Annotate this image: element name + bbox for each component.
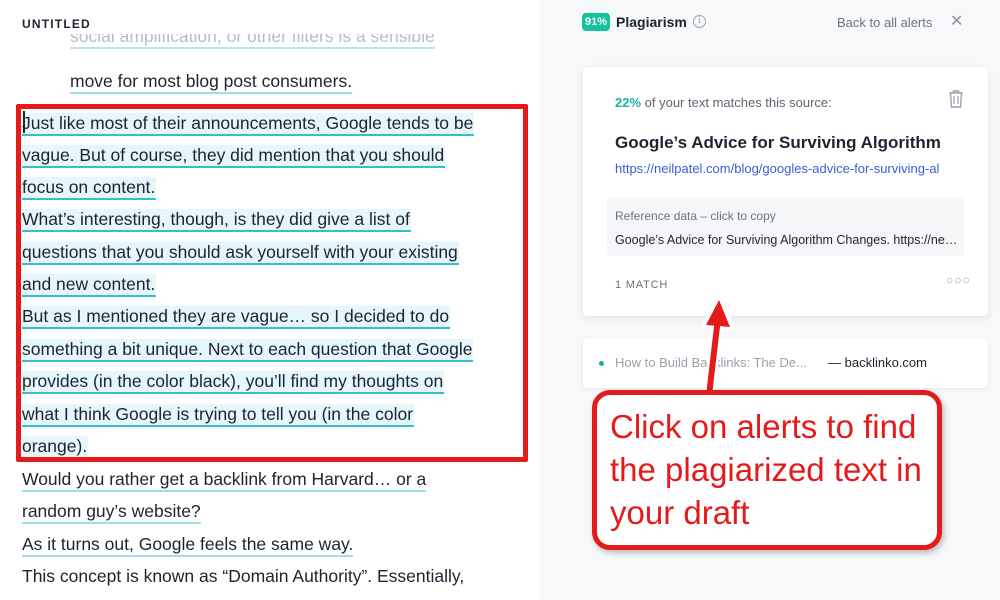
plagiarized-line[interactable]: vague. But of course, they did mention t… [22, 143, 446, 175]
back-to-alerts-link[interactable]: Back to all alerts [837, 15, 932, 30]
alert-dot-icon [599, 361, 604, 366]
info-icon[interactable]: i [693, 15, 706, 28]
reference-data-box[interactable]: Reference data – click to copy Google’s … [607, 198, 964, 256]
editor-line[interactable]: social amplification, or other filters i… [70, 34, 435, 50]
plagiarized-line[interactable]: orange). [22, 434, 89, 466]
callout-text: Click on alerts to find the plagiarized … [610, 408, 922, 531]
match-summary-text: of your text matches this source: [641, 95, 832, 110]
plagiarized-line[interactable]: provides (in the color black), you’ll fi… [22, 369, 445, 401]
plagiarized-line[interactable]: Just like most of their announcements, G… [22, 111, 475, 143]
document-title[interactable]: UNTITLED [22, 17, 91, 31]
editor-line[interactable]: move for most blog post consumers. [70, 69, 353, 101]
plagiarized-line[interactable]: But as I mentioned they are vague… so I … [22, 304, 451, 336]
plagiarized-line[interactable]: something a bit unique. Next to each que… [22, 337, 474, 369]
plagiarized-line[interactable]: focus on content. [22, 175, 157, 207]
clipped-line-wrapper: social amplification, or other filters i… [60, 34, 530, 50]
panel-title: Plagiarism [616, 14, 687, 30]
editor-line[interactable]: This concept is known as “Domain Authori… [22, 564, 464, 596]
reference-value: Google’s Advice for Surviving Algorithm … [615, 233, 960, 247]
match-percent: 22% [615, 95, 642, 110]
plagiarized-line[interactable]: What’s interesting, though, is they did … [22, 207, 411, 239]
trash-icon[interactable] [947, 89, 965, 109]
source-match-card[interactable]: 22% of your text matches this source: Go… [583, 67, 988, 316]
plagiarism-score-badge: 91% [582, 13, 611, 31]
alert-source: — backlinko.com [828, 355, 927, 370]
document-editor[interactable]: UNTITLED social amplification, or other … [0, 0, 540, 600]
plagiarized-line[interactable]: questions that you should ask yourself w… [22, 240, 459, 272]
editor-line[interactable]: Would you rather get a backlink from Har… [22, 467, 427, 499]
source-title: Google’s Advice for Surviving Algorithm … [615, 133, 940, 152]
text-cursor [23, 111, 25, 133]
editor-line[interactable]: As it turns out, Google feels the same w… [22, 532, 354, 564]
more-options-icon[interactable]: ○○○ [946, 273, 971, 287]
close-icon[interactable]: ✕ [950, 12, 963, 32]
match-summary: 22% of your text matches this source: [615, 95, 832, 110]
plagiarized-line[interactable]: and new content. [22, 272, 157, 304]
alert-item[interactable]: How to Build Backlinks: The De... — back… [583, 338, 988, 388]
match-count: 1 MATCH [615, 279, 669, 291]
callout-box: Click on alerts to find the plagiarized … [592, 390, 942, 550]
editor-line[interactable]: random guy’s website? [22, 499, 201, 531]
source-url-link[interactable]: https://neilpatel.com/blog/googles-advic… [615, 161, 940, 176]
reference-label: Reference data – click to copy [615, 209, 776, 223]
plagiarized-line[interactable]: what I think Google is trying to tell yo… [22, 402, 415, 434]
